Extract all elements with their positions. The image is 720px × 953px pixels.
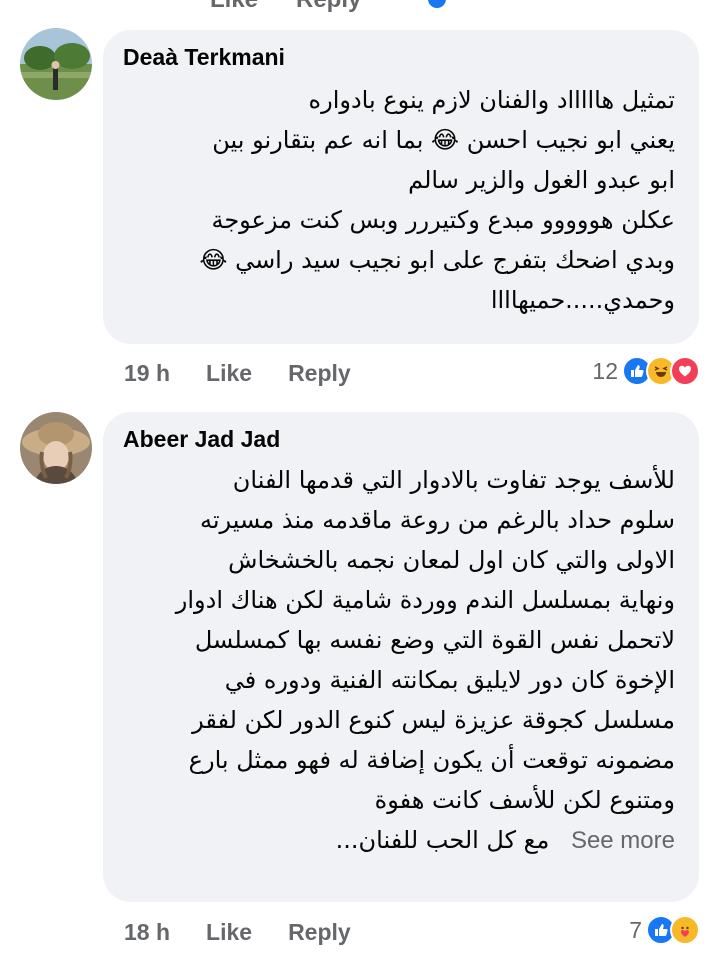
comment-line-last: See more مع كل الحب للفنان... [176, 820, 675, 860]
comment-line: مع كل الحب للفنان... [335, 826, 550, 854]
comment-timestamp[interactable]: 18 h [124, 919, 170, 946]
reaction-count: 7 [629, 916, 642, 943]
comment-line: تمثيل هاااااد والفنان لازم ينوع بادواره [308, 86, 675, 114]
previous-comment-actions: Like Reply [0, 0, 720, 13]
comment-actions: 19 h Like Reply [124, 360, 351, 387]
comment-text: للأسف يوجد تفاوت بالادوار التي قدمها الف… [176, 460, 675, 860]
avatar[interactable] [20, 412, 92, 484]
comment-text: تمثيل هاااااد والفنان لازم ينوع بادواره … [199, 80, 675, 320]
reaction-summary[interactable]: 7 [629, 915, 700, 945]
previous-reaction-icon [428, 0, 446, 8]
comment-author[interactable]: Deaà Terkmani [123, 44, 285, 71]
comment-line: الاولى والتي كان اول لمعان نجمه بالخشخاش [228, 546, 675, 574]
comment-line: ابو عبدو الغول والزير سالم [408, 166, 675, 194]
comment-bubble: Deaà Terkmani تمثيل هاااااد والفنان لازم… [103, 30, 699, 344]
comment-line: وحمدي.....حميهاااا [490, 286, 675, 314]
comment-line: ونهاية بمسلسل الندم ووردة شامية لكن هناك… [175, 586, 675, 614]
reply-link[interactable]: Reply [288, 360, 351, 387]
comment-line: سلوم حداد بالرغم من روعة ماقدمه منذ مسير… [199, 506, 675, 534]
comment-actions: 18 h Like Reply [124, 919, 351, 946]
previous-like-link[interactable]: Like [210, 0, 258, 14]
comment-line: عكلن هووووو مبدع وكتيررر وبس كنت مزعوجة [211, 206, 675, 234]
reaction-count: 12 [592, 357, 618, 384]
comment-timestamp[interactable]: 19 h [124, 360, 170, 387]
avatar[interactable] [20, 28, 92, 100]
comment-line: مسلسل كجوقة عزيزة ليس كنوع الدور لكن لفق… [192, 706, 675, 734]
care-icon [670, 915, 700, 945]
comment-line: يعني ابو نجيب احسن 😂 بما انه عم بتقارنو … [212, 126, 675, 154]
like-link[interactable]: Like [206, 360, 252, 387]
love-icon [670, 356, 700, 386]
like-link[interactable]: Like [206, 919, 252, 946]
comment-line: ومتنوع لكن للأسف كانت هفوة [374, 786, 675, 814]
comment-author[interactable]: Abeer Jad Jad [123, 426, 280, 453]
comment-line: وبدي اضحك بتفرج على ابو نجيب سيد راسي 😂 [199, 246, 675, 274]
see-more-link[interactable]: See more [571, 827, 675, 854]
reply-link[interactable]: Reply [288, 919, 351, 946]
comment-bubble: Abeer Jad Jad للأسف يوجد تفاوت بالادوار … [103, 412, 699, 902]
comment-line: مضمونه توقعت أن يكون إضافة له فهو ممثل ب… [188, 746, 675, 774]
comment-line: لاتحمل نفس القوة التي وضع نفسه بها كمسلس… [194, 626, 675, 654]
comment-line: الإخوة كان دور لايليق بمكانته الفنية ودو… [224, 666, 675, 694]
comment-line: للأسف يوجد تفاوت بالادوار التي قدمها الف… [232, 466, 675, 494]
reaction-summary[interactable]: 12 [592, 356, 700, 386]
previous-reply-link[interactable]: Reply [296, 0, 361, 14]
